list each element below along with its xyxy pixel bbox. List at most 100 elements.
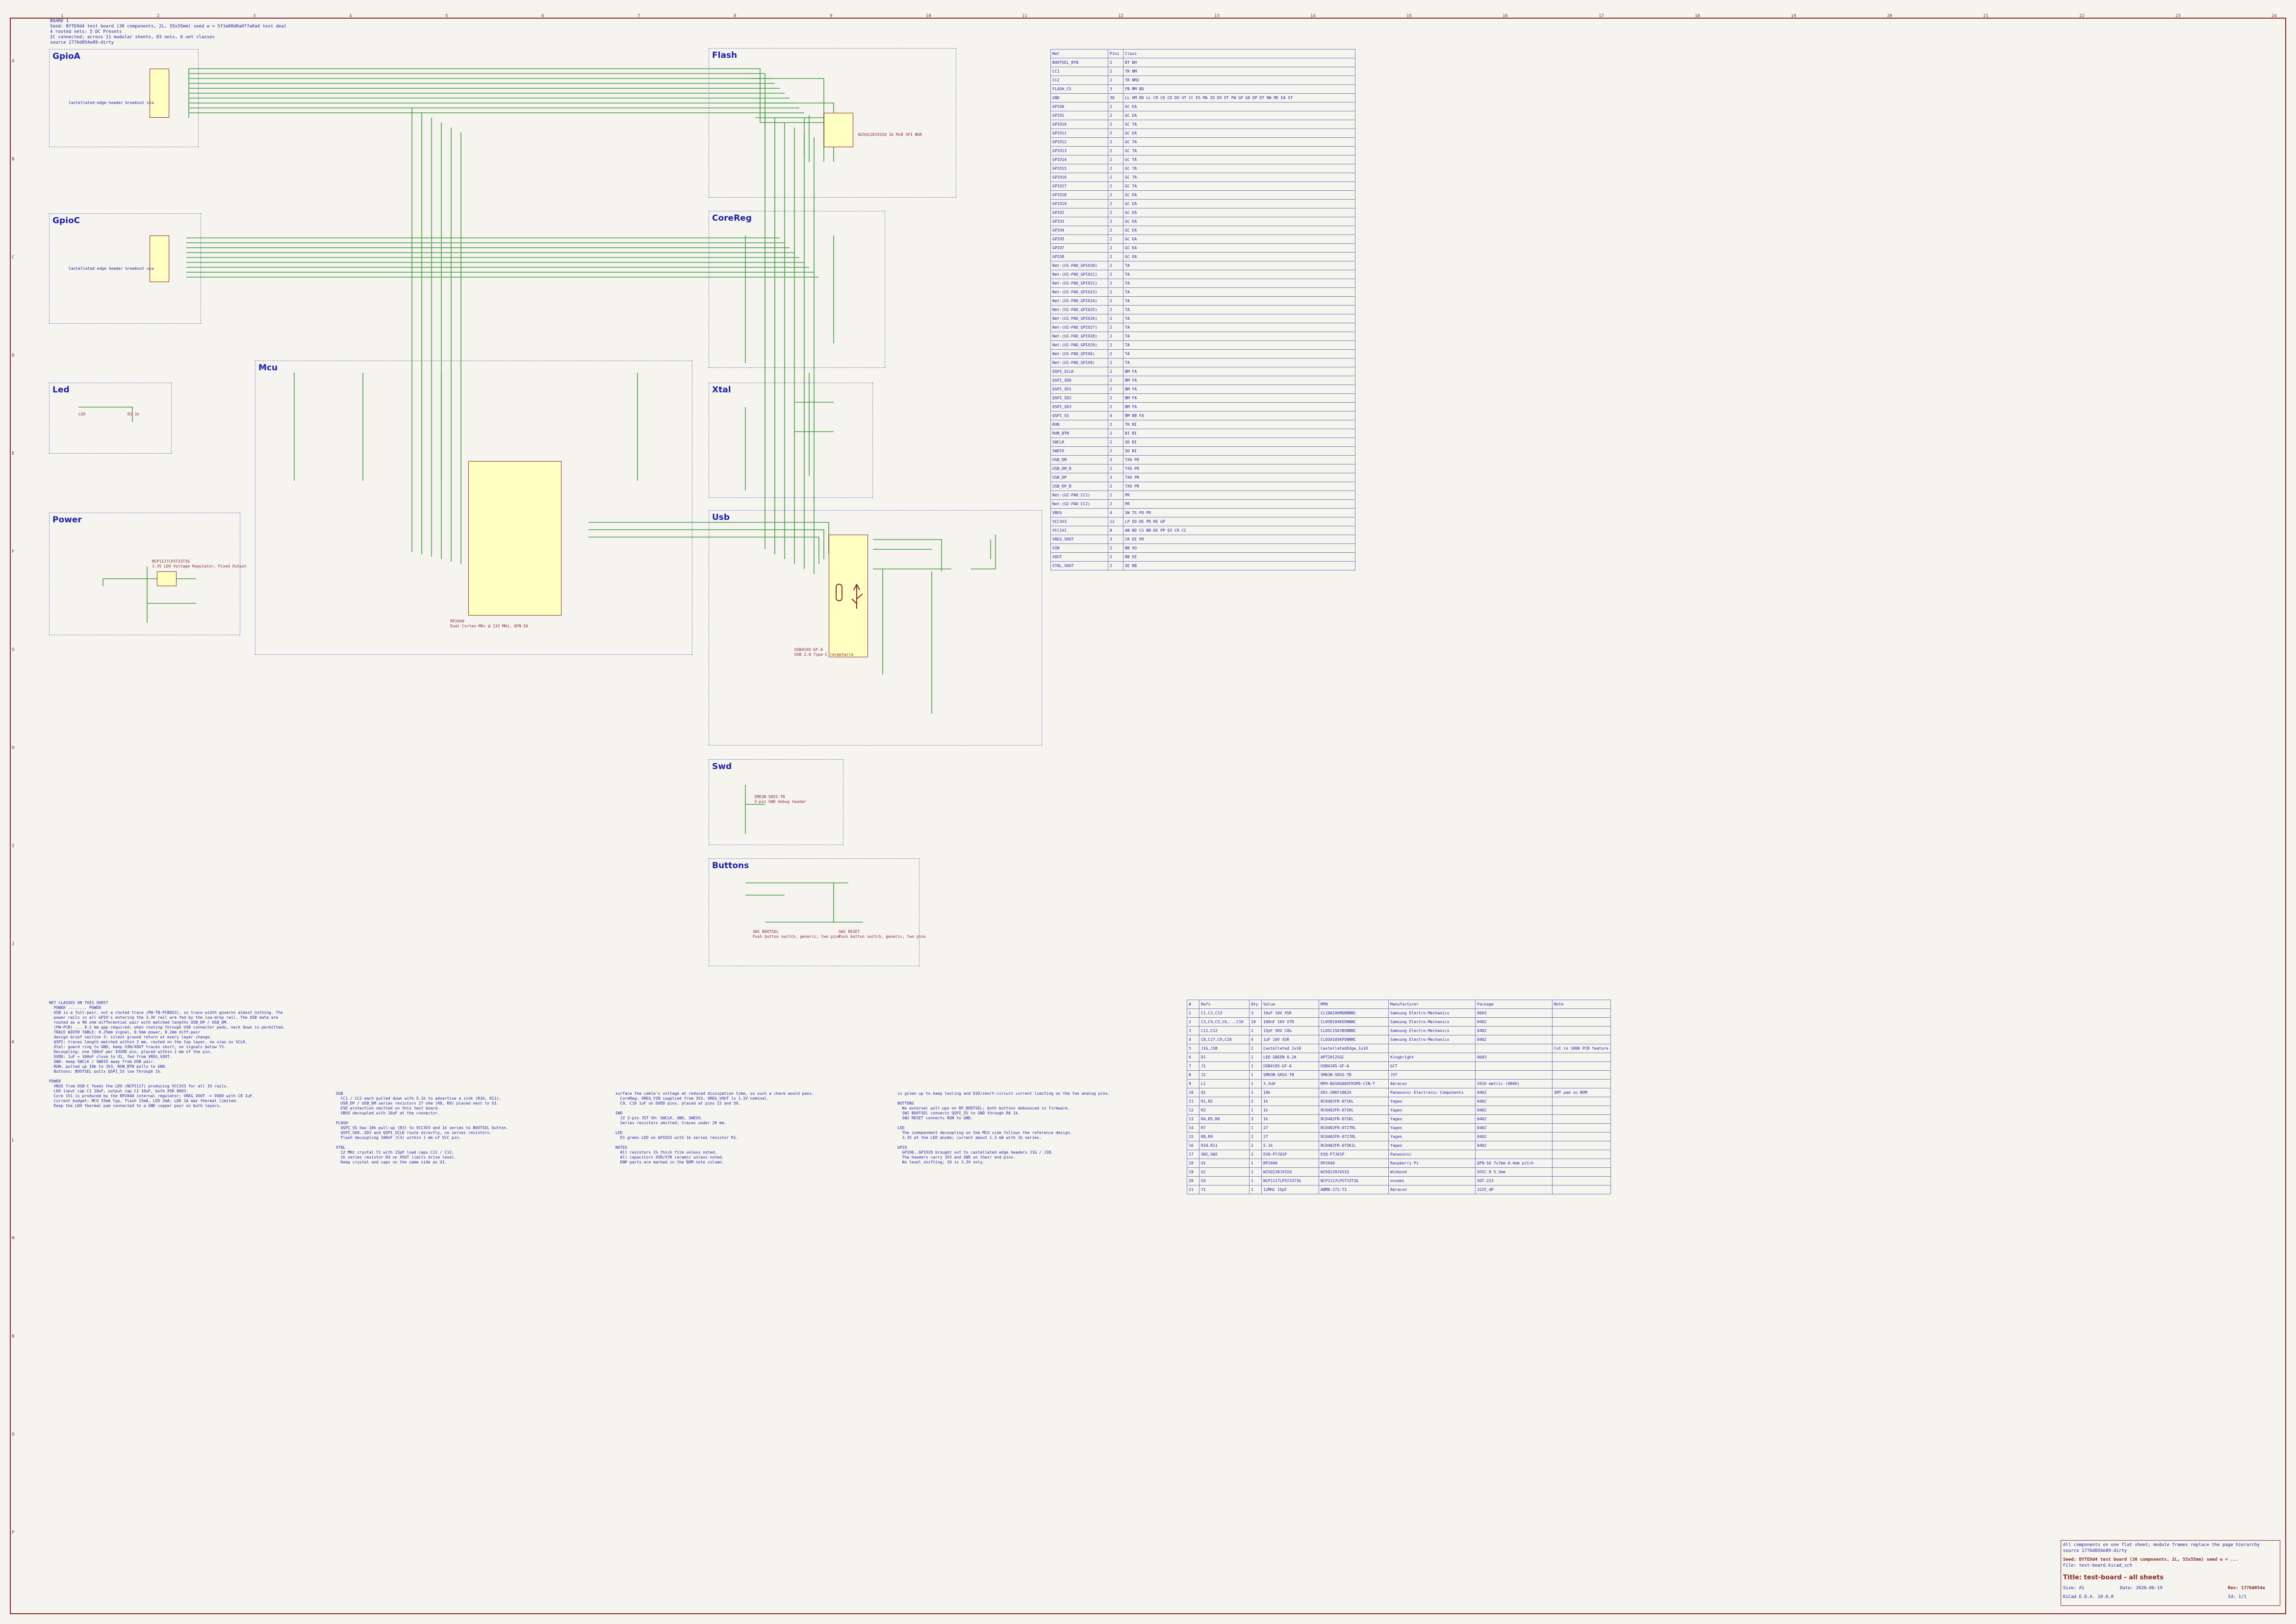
bom-cell: Samsung Electro-Mechanics [1388,1035,1476,1044]
netlist-row: CC2 2 TR NM2 [1050,76,1355,85]
sheet-title: Usb [712,513,730,522]
netlist-row: GPIO15 2 GC TA [1050,164,1355,173]
netlist-cell: 2 [1108,252,1123,261]
netlist-cell: 2 [1108,402,1123,412]
mcu-rp2040[interactable] [468,461,561,616]
bom-cell: Kingbright [1388,1053,1476,1062]
netlist-row: XIN 2 BB XO [1050,543,1355,553]
bom-header: MPN [1319,1000,1389,1009]
bom-cell: 1 [1187,1008,1199,1018]
netlist-cell: Net-(U2-PAD_CC1) [1050,490,1108,500]
netlist-cell: 2 [1108,323,1123,332]
netlist-row: USB_DP_B 2 TXO PR [1050,482,1355,491]
bom-cell: SW1,SW2 [1199,1150,1250,1159]
bom-cell: 0402 [1475,1035,1553,1044]
netlist-cell: 2 [1108,279,1123,288]
bom-cell: Cut in 1000 PCB feature [1552,1044,1611,1053]
netlist-cell: GPIO13 [1050,146,1108,155]
netlist-cell: 2 [1108,129,1123,138]
netlist-row: RUN_BTN 2 BI BI [1050,429,1355,438]
netlist-cell: GPIO0 [1050,102,1108,111]
bom-row: 6 D1 1 LED GREEN 0.2A APT2012SGC Kingbright 06… [1187,1053,1611,1062]
netlist-cell: SD BI [1123,438,1355,447]
netlist-row: GPIO0 2 GC EA [1050,102,1355,111]
bom-header: Package [1475,1000,1553,1009]
netlist-cell: 4 [1108,411,1123,420]
bom-cell: Abracon [1388,1185,1476,1194]
netlist-row: Net-(U1-PAD_GPIO28) 2 TA [1050,332,1355,341]
netlist-cell: GC TA [1123,146,1355,155]
netlist-cell: Net-(U1-PAD_GPIO20) [1050,261,1108,270]
sheet-title: Led [52,385,70,395]
netlist-cell: GPIO7 [1050,243,1108,253]
bom-cell [1552,1097,1611,1106]
bom-cell: 10uF 10V X5R [1261,1008,1319,1018]
bom-cell: Yageo [1388,1097,1476,1106]
netlist-cell: 2 [1108,226,1123,235]
netlist-row: Net-(U1-PAD_GPIO20) 2 TA [1050,261,1355,270]
usb-connector[interactable] [829,535,868,657]
ruler-tick: 12 [1118,14,1123,19]
sheet-buttons[interactable]: Buttons [709,858,919,966]
sheet-usb[interactable]: Usb [709,510,1042,746]
bom-cell: 3 [1249,1114,1262,1124]
tb-size: Size: A1 [2063,1586,2085,1591]
bom-cell: 10 [1187,1088,1199,1097]
sheet-power[interactable]: Power [49,513,240,635]
bom-cell: 5 [1187,1044,1199,1053]
bom-cell: 2016 metric (0806) [1475,1079,1553,1088]
netlist-cell: 2 [1108,287,1123,297]
netlist-cell: TA [1123,261,1355,270]
bom-cell [1552,1167,1611,1177]
bom-cell: RC0402FR-0727RL [1319,1132,1389,1141]
bom-cell: 2 [1249,1097,1262,1106]
ruler-tick: 22 [2079,14,2085,19]
netlist-cell: GPIO10 [1050,120,1108,129]
sheet-corereg[interactable]: CoreReg [709,211,885,368]
netlist-cell: AB BD CS BB DE PP EX CR CC [1123,526,1355,535]
netlist-cell: 2 [1108,429,1123,438]
bom-cell [1552,1141,1611,1150]
netlist-cell: GC TA [1123,155,1355,164]
netlist-cell: 12 [1108,517,1123,526]
netlist-cell: 8 [1108,526,1123,535]
flash-part: W25Q128JVSIQ 16 MiB SPI NOR [858,132,922,137]
ruler-tick: N [12,1334,15,1339]
title-block: All components on one flat sheet; module… [2061,1540,2280,1606]
netlist-cell: Net-(U1-PAD_GPIO25) [1050,305,1108,314]
netlist-cell: GC EA [1123,190,1355,200]
sheet-gpioa[interactable]: GpioA [49,49,199,147]
ruler-tick: I [12,844,15,849]
netlist-cell: 2 [1108,164,1123,173]
netlist-cell: 2 [1108,102,1123,111]
bom-cell: LED GREEN 0.2A [1261,1053,1319,1062]
netlist-row: GPIO19 2 GC EA [1050,199,1355,208]
notes-col3: surface the cable's voltage at reduced d… [615,1091,814,1164]
netlist-cell: XTAL_XOUT [1050,561,1108,570]
netlist-row: GND 30 LL HM DD LL CR CD CD DO UT CC ES MA… [1050,93,1355,103]
netlist-cell: TA [1123,305,1355,314]
netlist-cell: USB_DM_B [1050,464,1108,473]
netlist-cell: 2 [1108,173,1123,182]
ruler-tick: 24 [2271,14,2277,19]
netlist-row: Net-(U1-PAD_GPIO24) 2 TA [1050,296,1355,306]
ruler-tick: O [12,1432,15,1437]
bom-cell: 17 [1187,1150,1199,1159]
bom-cell: NCP1117LPST33T3G [1261,1176,1319,1186]
netlist-cell: TA [1123,358,1355,367]
bom-cell [1475,1044,1553,1053]
netlist-cell: SW TS PO PR [1123,508,1355,517]
netlist-cell: GPIO15 [1050,164,1108,173]
sheet-led[interactable]: Led [49,383,172,454]
bom-cell: SM03B-SRSS-TB [1319,1070,1389,1080]
netlist-cell: CR EE PR [1123,535,1355,544]
netlist-row: Net-(U1-PAD_GPIO25) 2 TA [1050,305,1355,314]
netlist-cell: GC EA [1123,234,1355,244]
netlist-cell: 3 [1108,473,1123,482]
bom-row: 8 J2 1 SM03B-SRSS-TB SM03B-SRSS-TB JST [1187,1070,1611,1080]
flash-chip[interactable] [824,113,853,147]
netlist-row: QSPI_SD3 2 BM FA [1050,402,1355,412]
netlist-row: QSPI_SD1 2 BM FA [1050,385,1355,394]
sheet-title: Mcu [258,363,278,373]
sheet-xtal[interactable]: Xtal [709,383,873,498]
